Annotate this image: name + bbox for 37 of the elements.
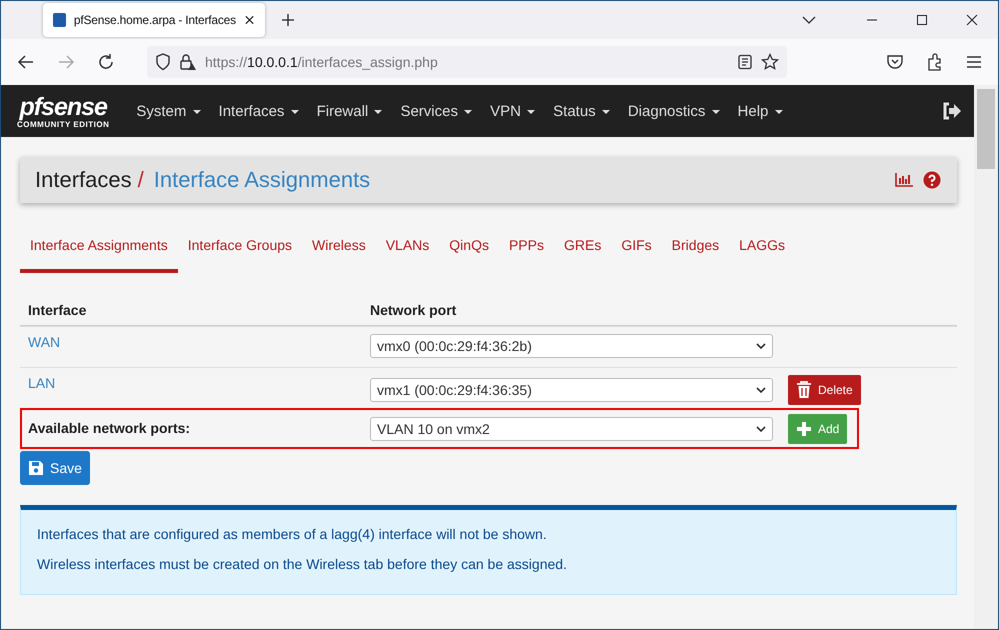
nav-menu[interactable]: Firewall (308, 102, 392, 120)
save-button[interactable]: Save (20, 451, 90, 485)
add-button[interactable]: Add (788, 414, 848, 444)
tab[interactable]: Wireless (302, 233, 376, 273)
delete-button[interactable]: Delete (788, 375, 861, 405)
tab[interactable]: Bridges (662, 233, 730, 273)
tab[interactable]: Interface Assignments (20, 233, 178, 273)
port-select[interactable]: vmx1 (00:0c:29:f4:36:35) (370, 378, 773, 402)
nav-menu[interactable]: VPN (481, 102, 544, 120)
port-select[interactable]: VLAN 10 on vmx2 (370, 417, 773, 441)
nav-menu[interactable]: Interfaces (210, 102, 308, 120)
info-text: Interfaces that are configured as members of a lagg(4) interface will not be shown. (37, 526, 548, 542)
nav-menu[interactable]: System (127, 102, 210, 120)
tab[interactable]: Interface Groups (178, 233, 302, 273)
nav-menu[interactable]: Status (544, 102, 619, 120)
nav-menu[interactable]: Services (391, 102, 482, 120)
tab[interactable]: PPPs (498, 233, 554, 273)
pfsense-logo[interactable]: pfsense COMMUNITY EDITION (17, 94, 110, 128)
tab[interactable]: GREs (554, 233, 612, 273)
breadcrumb-separator: / (138, 167, 144, 193)
interface-link[interactable]: WAN (28, 334, 60, 350)
nav-menu[interactable]: Diagnostics (618, 102, 729, 120)
tab-title: pfSense.home.arpa - Interfaces (74, 13, 236, 27)
breadcrumb-parent[interactable]: Interfaces (35, 167, 132, 193)
column-header: Network port (370, 302, 456, 318)
nav-menu[interactable]: Help (728, 102, 792, 120)
column-header: Interface (27, 302, 88, 318)
tab[interactable]: GIFs (611, 233, 662, 273)
tab[interactable]: LAGGs (729, 233, 796, 273)
tab[interactable]: QinQs (439, 233, 499, 273)
info-text: Wireless interfaces must be created on the Wireless tab before they can be assigned. (37, 556, 568, 572)
browser-tab[interactable]: pfSense.home.arpa - Interfaces (43, 3, 265, 37)
row-label: Available network ports: (28, 420, 190, 436)
tab[interactable]: VLANs (376, 233, 440, 273)
port-select[interactable]: vmx0 (00:0c:29:f4:36:2b) (370, 334, 773, 358)
interface-link[interactable]: LAN (28, 375, 56, 391)
address-bar[interactable]: https://10.0.0.1/interfaces_assign.php (147, 46, 787, 78)
